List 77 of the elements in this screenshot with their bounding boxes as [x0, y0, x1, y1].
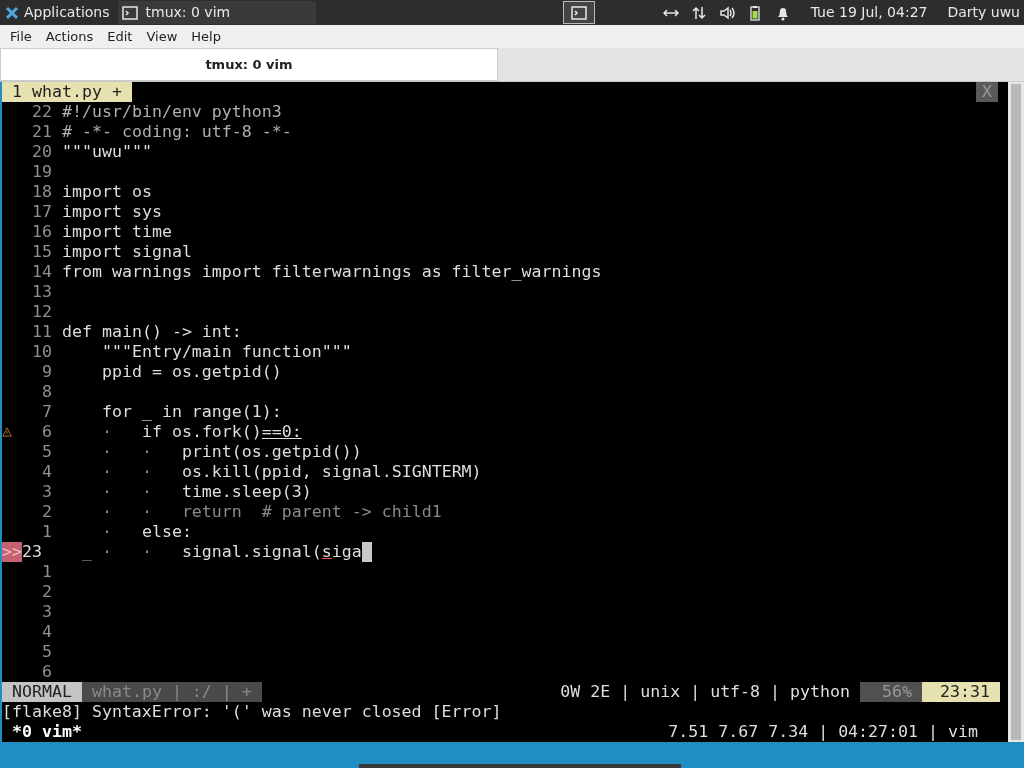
line-number: 5: [41, 442, 52, 462]
x-logo-icon[interactable]: [4, 4, 20, 21]
line-number: 17: [31, 202, 52, 222]
menu-item[interactable]: File: [10, 26, 32, 47]
transfer-icon[interactable]: [690, 4, 707, 21]
line-number: 8: [41, 382, 52, 402]
taskbar-task[interactable]: tmux: 0 vim: [117, 1, 316, 24]
code-line: import time: [62, 222, 172, 242]
line-number: 4: [41, 622, 52, 642]
code-line: · · time.sleep(3): [100, 482, 312, 502]
code-line: · · os.kill(ppid, signal.SIGNTERM): [100, 462, 482, 482]
code-line: # -*- coding: utf-8 -*-: [62, 122, 292, 142]
code-line: for _ in range(1):: [100, 402, 282, 422]
code-line: import os: [62, 182, 152, 202]
menu-item[interactable]: Actions: [45, 26, 94, 47]
line-number: 13: [31, 282, 52, 302]
line-number: 6: [41, 422, 52, 442]
applications-menu[interactable]: Applications: [24, 2, 110, 23]
line-number: 19: [31, 162, 52, 182]
volume-icon[interactable]: [718, 4, 735, 21]
sign-marker: >>: [2, 542, 22, 562]
user-name[interactable]: Darty uwu: [947, 2, 1020, 23]
file-format-info: 0W 2E | unix | utf-8 | python: [559, 682, 851, 702]
menu-item[interactable]: View: [146, 26, 178, 47]
code-line: · · print(os.getpid()): [100, 442, 362, 462]
code-line: #!/usr/bin/env python3: [62, 102, 282, 122]
tmux-window[interactable]: *0 vim*: [2, 722, 82, 742]
line-number: 7: [41, 402, 52, 422]
line-number: 12: [31, 302, 52, 322]
code-line: """Entry/main function""": [100, 342, 352, 362]
tmux-status: 7.51 7.67 7.34 | 04:27:01 | vim: [668, 722, 979, 742]
cursor: [361, 542, 372, 562]
line-number: 3: [41, 602, 52, 622]
buffer-tab[interactable]: 1 what.py +: [2, 82, 132, 102]
code-line: from warnings import filterwarnings as filter_warnings: [62, 262, 602, 282]
code-line: · if os.fork()==0:: [100, 422, 302, 442]
clock[interactable]: Tue 19 Jul, 04:27: [810, 2, 928, 23]
window-tab[interactable]: tmux: 0 vim: [0, 48, 498, 81]
code-line: _ · · signal.signal(siga: [62, 542, 372, 562]
terminal-icon: [571, 4, 588, 21]
error-message: [flake8] SyntaxError: '(' was never closed [Error]: [2, 702, 502, 722]
line-number: 18: [31, 182, 52, 202]
line-number: 2: [41, 582, 52, 602]
scrollbar[interactable]: [1008, 82, 1024, 742]
terminal-icon[interactable]: [121, 4, 138, 21]
line-number: 23: [22, 542, 43, 562]
line-number: 1: [41, 562, 52, 582]
line-number: 3: [41, 482, 52, 502]
line-number: 2: [41, 502, 52, 522]
line-number: 22: [31, 102, 52, 122]
line-number: 6: [41, 662, 52, 682]
file-info: what.py | :/ | +: [81, 682, 262, 702]
mode-indicator: NORMAL: [2, 682, 82, 702]
terminal-launcher[interactable]: [563, 1, 596, 24]
line-number: 21: [31, 122, 52, 142]
line-number: 11: [31, 322, 52, 342]
code-line: def main() -> int:: [62, 322, 242, 342]
scroll-percent: 56%: [860, 682, 922, 702]
code-line: import signal: [62, 242, 192, 262]
menu-item[interactable]: Help: [191, 26, 221, 47]
code-line: import sys: [62, 202, 162, 222]
code-line: """uwu""": [62, 142, 152, 162]
warning-icon: [2, 427, 12, 437]
menu-item[interactable]: Edit: [107, 26, 133, 47]
line-number: 16: [31, 222, 52, 242]
cursor-position: 23:31: [922, 682, 1000, 702]
line-number: 5: [41, 642, 52, 662]
code-line: ppid = os.getpid(): [100, 362, 282, 382]
line-number: 4: [41, 462, 52, 482]
line-number: 1: [41, 522, 52, 542]
code-line: · else:: [100, 522, 192, 542]
code-line: · · return # parent -> child1: [100, 502, 442, 522]
line-number: 15: [31, 242, 52, 262]
line-number: 10: [31, 342, 52, 362]
line-number: 9: [41, 362, 52, 382]
line-number: 20: [31, 142, 52, 162]
line-number: 14: [31, 262, 52, 282]
